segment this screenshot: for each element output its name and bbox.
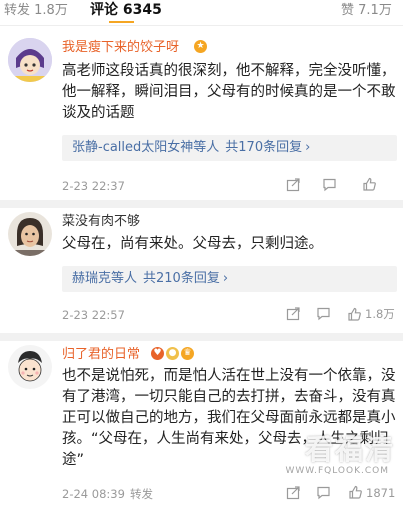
section-separator — [0, 200, 403, 208]
reply-summary-text: 张静-called太阳女神等人 共170条回复 › — [72, 140, 311, 155]
tab-reposts-label: 转发 — [4, 3, 31, 18]
comment-text: 高老师这段话真的很深刻，他不解释，完全没听懂，他一解释，瞬间泪目，父母有的时候真… — [62, 63, 396, 121]
tab-likes[interactable]: 赞 7.1万 — [341, 2, 392, 19]
thumbs-up-icon — [363, 177, 376, 191]
avatar[interactable] — [8, 345, 52, 389]
share-icon — [286, 178, 300, 192]
reply-button[interactable] — [316, 306, 331, 321]
like-count: 1871 — [366, 485, 396, 500]
tab-comments[interactable]: 评论 6345 — [90, 2, 162, 19]
thumbs-up-icon — [348, 307, 361, 321]
like-button[interactable] — [362, 177, 380, 192]
comment-item: 我是瘦下来的饺子呀 ★ 高老师这段话真的很深刻，他不解释，完全没听懂，他一解释，… — [0, 26, 403, 200]
repost-button[interactable] — [286, 485, 301, 500]
watermark-url: WWW.FQLOOK.COM — [285, 466, 389, 476]
share-icon — [286, 486, 300, 500]
repost-button[interactable] — [286, 177, 301, 192]
reply-button[interactable] — [316, 485, 331, 500]
reply-button[interactable] — [322, 177, 337, 192]
like-button[interactable]: 1.8万 — [347, 306, 395, 322]
comment-time: 2-24 08:39 — [62, 487, 125, 501]
comment-username[interactable]: 我是瘦下来的饺子呀 — [62, 39, 179, 56]
share-icon — [286, 307, 300, 321]
medal-badge-icon: ● — [166, 347, 179, 360]
tab-reposts[interactable]: 转发 1.8万 — [4, 2, 68, 19]
comment-item: 归了君的日常 ♥ ● ♛ 也不是说怕死，而是怕人活在世上没有一个依靠，没有了港湾… — [0, 341, 403, 507]
avatar-image — [8, 345, 52, 389]
thumbs-up-icon — [349, 485, 362, 499]
reply-users: 张静-called太阳女神等人 — [72, 140, 220, 155]
avatar[interactable] — [8, 38, 52, 82]
comment-icon — [317, 486, 330, 500]
comment-item: 菜没有肉不够 父母在，尚有来处。父母去，只剩归途。 赫瑞克等人 共210条回复 › … — [0, 208, 403, 333]
tab-likes-label: 赞 — [341, 3, 355, 18]
reply-users: 赫瑞克等人 — [72, 271, 138, 286]
comment-text: 父母在，尚有来处。父母去，只剩归途。 — [62, 236, 323, 252]
avatar[interactable] — [8, 212, 52, 256]
avatar-image — [8, 212, 52, 256]
comment-time: 2-23 22:37 — [62, 179, 125, 193]
tab-bar: 转发 1.8万 评论 6345 赞 7.1万 — [0, 0, 403, 26]
reply-count: 共170条回复 — [225, 140, 303, 155]
reply-summary[interactable]: 张静-called太阳女神等人 共170条回复 › — [62, 135, 397, 161]
like-count: 1.8万 — [365, 307, 395, 321]
reply-summary-text: 赫瑞克等人 共210条回复 › — [72, 271, 229, 286]
tab-reposts-count: 1.8万 — [34, 3, 68, 18]
watermark: 看福清 — [304, 433, 395, 466]
comment-icon — [317, 307, 330, 321]
comment-time: 2-23 22:57 — [62, 308, 125, 322]
comment-username[interactable]: 菜没有肉不够 — [62, 213, 140, 230]
vip-badge-icon: ♥ — [151, 347, 164, 360]
comment-icon — [323, 178, 336, 192]
comment-username[interactable]: 归了君的日常 — [62, 346, 140, 363]
section-separator — [0, 333, 403, 341]
active-tab-indicator — [109, 21, 134, 23]
tab-comments-label: 评论 — [90, 2, 118, 18]
repost-link[interactable]: 转发 — [130, 487, 153, 501]
reply-count: 共210条回复 — [143, 271, 220, 286]
tab-likes-count: 7.1万 — [358, 3, 392, 18]
repost-button[interactable] — [286, 306, 301, 321]
like-button[interactable]: 1871 — [348, 485, 395, 500]
avatar-image — [8, 38, 52, 82]
vip-badge-icon: ★ — [194, 40, 207, 53]
tab-comments-count: 6345 — [122, 2, 162, 18]
crown-badge-icon: ♛ — [181, 347, 194, 360]
reply-summary[interactable]: 赫瑞克等人 共210条回复 › — [62, 266, 397, 292]
